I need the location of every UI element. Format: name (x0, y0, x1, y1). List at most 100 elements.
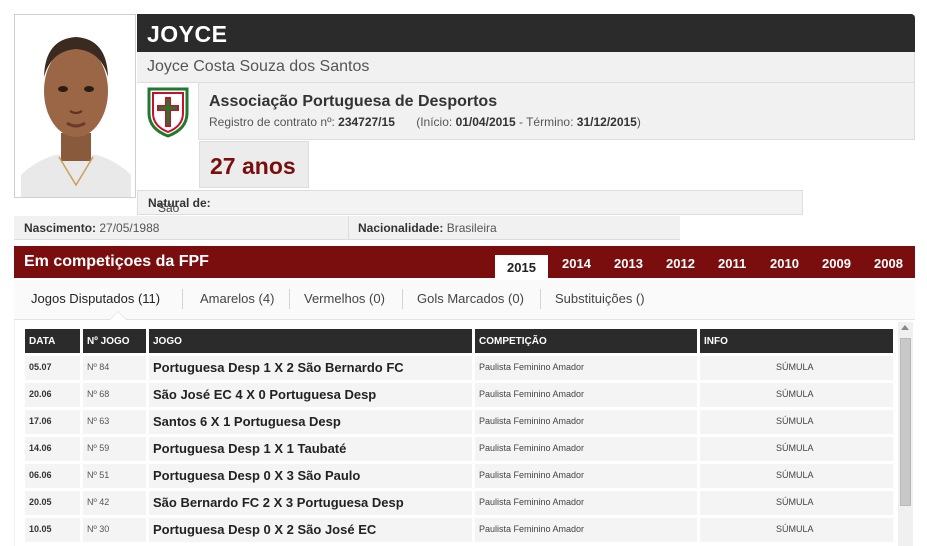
cell-game: São Bernardo FC 2 X 3 Portuguesa Desp (149, 491, 472, 515)
cell-competition: Paulista Feminino Amador (475, 491, 697, 515)
cell-game: Santos 6 X 1 Portuguesa Desp (149, 410, 472, 434)
cell-game-number: Nº 68 (83, 383, 146, 407)
competitions-title: Em competiçoes da FPF (24, 253, 209, 270)
cell-competition: Paulista Feminino Amador (475, 383, 697, 407)
player-fullname-row: Joyce Costa Souza dos Santos (137, 52, 915, 83)
table-row: 20.06 Nº 68 São José EC 4 X 0 Portuguesa D… (25, 383, 893, 407)
age-box: 27 anos (199, 141, 309, 188)
cell-game-number: Nº 51 (83, 464, 146, 488)
cell-date-text: 20.06 (29, 389, 52, 399)
cell-game: Portuguesa Desp 1 X 1 Taubaté (149, 437, 472, 461)
cell-game-text: Portuguesa Desp 0 X 2 São José EC (153, 522, 377, 537)
cell-date-text: 17.06 (29, 416, 52, 426)
games-table: DATA Nº JOGO JOGO COMPETIÇÃO INFO 05.07 N… (14, 320, 915, 546)
tab-yellow-cards[interactable]: Amarelos (4) (200, 291, 274, 306)
tab-divider (182, 289, 183, 309)
competitions-bar: Em competiçoes da FPF 2015 2014 2013 201… (14, 246, 915, 280)
tab-divider (402, 289, 403, 309)
cell-game: Portuguesa Desp 0 X 2 São José EC (149, 518, 472, 542)
cell-info[interactable]: SÚMULA (700, 356, 893, 380)
year-tab-2014[interactable]: 2014 (562, 256, 591, 271)
cell-game-number-text: Nº 68 (87, 389, 110, 399)
sumula-link[interactable]: SÚMULA (776, 389, 814, 399)
header-game: JOGO (149, 329, 472, 353)
year-tab-2008[interactable]: 2008 (874, 256, 903, 271)
tab-divider (540, 289, 541, 309)
cell-date: 14.06 (25, 437, 80, 461)
cell-game-number: Nº 84 (83, 356, 146, 380)
cell-info[interactable]: SÚMULA (700, 410, 893, 434)
cell-date: 20.05 (25, 491, 80, 515)
table-row: 05.07 Nº 84 Portuguesa Desp 1 X 2 São Bern… (25, 356, 893, 380)
scroll-thumb[interactable] (900, 338, 911, 506)
cell-competition-text: Paulista Feminino Amador (479, 497, 585, 507)
cell-info[interactable]: SÚMULA (700, 464, 893, 488)
player-fullname: Joyce Costa Souza dos Santos (147, 58, 370, 75)
cell-date: 06.06 (25, 464, 80, 488)
year-tab-2012[interactable]: 2012 (666, 256, 695, 271)
table-scrollbar[interactable] (898, 322, 913, 546)
cell-game-text: São Bernardo FC 2 X 3 Portuguesa Desp (153, 495, 404, 510)
table-row: 17.06 Nº 63 Santos 6 X 1 Portuguesa Desp Pa… (25, 410, 893, 434)
cell-date: 20.06 (25, 383, 80, 407)
cell-competition-text: Paulista Feminino Amador (479, 362, 585, 372)
contract-start-label: (Início: (416, 115, 453, 129)
cell-game-number-text: Nº 59 (87, 443, 110, 453)
cell-date: 17.06 (25, 410, 80, 434)
active-tab-caret (109, 311, 127, 320)
contract-label: Registro de contrato nº: (209, 115, 335, 129)
sumula-link[interactable]: SÚMULA (776, 497, 814, 507)
tab-games-played[interactable]: Jogos Disputados (11) (31, 291, 160, 306)
tab-red-cards[interactable]: Vermelhos (0) (304, 291, 385, 306)
birth-value: 27/05/1988 (99, 221, 160, 235)
tab-goals[interactable]: Gols Marcados (0) (417, 291, 524, 306)
tab-divider (289, 289, 290, 309)
stat-tabs: Jogos Disputados (11) Amarelos (4) Verme… (14, 280, 915, 320)
sumula-link[interactable]: SÚMULA (776, 443, 814, 453)
cell-date-text: 20.05 (29, 497, 52, 507)
sumula-link[interactable]: SÚMULA (776, 362, 814, 372)
table-row: 10.05 Nº 30 Portuguesa Desp 0 X 2 São José… (25, 518, 893, 542)
cell-competition-text: Paulista Feminino Amador (479, 416, 585, 426)
cell-game-number: Nº 63 (83, 410, 146, 434)
cell-info[interactable]: SÚMULA (700, 491, 893, 515)
cell-game-number-text: Nº 42 (87, 497, 110, 507)
nationality-value: Brasileira (446, 221, 497, 235)
year-tab-2015[interactable]: 2015 (495, 255, 548, 280)
scroll-up-arrow-icon[interactable] (901, 325, 909, 330)
sumula-link[interactable]: SÚMULA (776, 470, 814, 480)
player-nickname: JOYCE (147, 21, 228, 47)
divider (348, 216, 349, 240)
sumula-link[interactable]: SÚMULA (776, 524, 814, 534)
cell-info[interactable]: SÚMULA (700, 383, 893, 407)
cell-date: 10.05 (25, 518, 80, 542)
year-tab-2013[interactable]: 2013 (614, 256, 643, 271)
cell-game-number: Nº 59 (83, 437, 146, 461)
cell-game: São José EC 4 X 0 Portuguesa Desp (149, 383, 472, 407)
cell-game-number: Nº 42 (83, 491, 146, 515)
sumula-link[interactable]: SÚMULA (776, 416, 814, 426)
header-game-number: Nº JOGO (83, 329, 146, 353)
cell-competition-text: Paulista Feminino Amador (479, 470, 585, 480)
cell-competition-text: Paulista Feminino Amador (479, 524, 585, 534)
cell-info[interactable]: SÚMULA (700, 437, 893, 461)
year-tab-2009[interactable]: 2009 (822, 256, 851, 271)
cell-info[interactable]: SÚMULA (700, 518, 893, 542)
cell-game-text: Santos 6 X 1 Portuguesa Desp (153, 414, 341, 429)
player-name-bar: JOYCE (137, 14, 915, 52)
tab-substitutions[interactable]: Substituições () (555, 291, 645, 306)
nationality-label: Nacionalidade: (358, 221, 444, 235)
cell-date-text: 05.07 (29, 362, 52, 372)
player-photo (14, 14, 136, 198)
cell-competition: Paulista Feminino Amador (475, 518, 697, 542)
cell-game-text: São José EC 4 X 0 Portuguesa Desp (153, 387, 377, 402)
natural-row: Natural de: São Paulo (137, 190, 803, 229)
year-tab-2010[interactable]: 2010 (770, 256, 799, 271)
cell-competition-text: Paulista Feminino Amador (479, 389, 585, 399)
year-tab-2011[interactable]: 2011 (718, 256, 746, 271)
cell-game-text: Portuguesa Desp 0 X 3 São Paulo (153, 468, 361, 483)
cell-game: Portuguesa Desp 1 X 2 São Bernardo FC (149, 356, 472, 380)
club-name[interactable]: Associação Portuguesa de Desportos (209, 93, 497, 111)
cell-game-text: Portuguesa Desp 1 X 1 Taubaté (153, 441, 347, 456)
header-date: DATA (25, 329, 80, 353)
